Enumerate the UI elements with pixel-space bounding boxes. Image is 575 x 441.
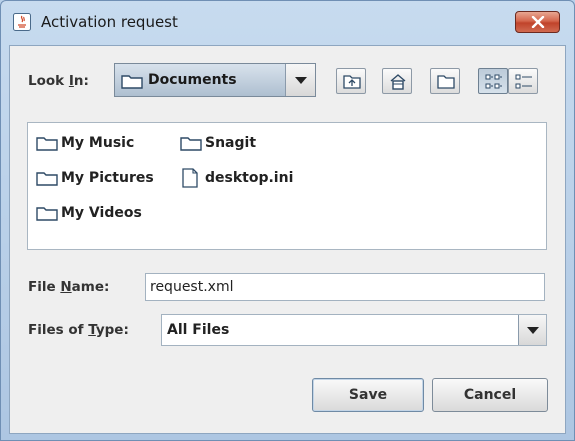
dialog-window: Activation request Look In: Documents My…	[0, 0, 575, 441]
look-in-value: Documents	[148, 72, 237, 88]
close-icon	[531, 16, 545, 28]
up-one-level-icon	[343, 75, 361, 89]
folder-icon	[180, 135, 202, 155]
window-title: Activation request	[41, 13, 178, 31]
folder-icon	[36, 205, 58, 225]
list-item-label: My Music	[61, 135, 135, 151]
file-type-dropdown-arrow[interactable]	[518, 315, 546, 345]
title-bar[interactable]: Activation request	[1, 1, 574, 45]
new-folder-icon	[437, 75, 455, 89]
folder-icon	[36, 135, 58, 155]
file-type-value: All Files	[167, 322, 230, 338]
look-in-combo[interactable]: Documents	[114, 63, 316, 97]
save-button[interactable]: Save	[312, 378, 424, 412]
list-view-button[interactable]	[478, 68, 508, 94]
look-in-dropdown-arrow[interactable]	[285, 64, 315, 96]
home-button[interactable]	[382, 68, 412, 94]
up-one-level-button[interactable]	[336, 68, 366, 94]
list-item-label: My Videos	[61, 205, 142, 221]
list-item-label: Snagit	[205, 135, 257, 151]
dialog-content: Look In: Documents My Music My Pictures …	[9, 45, 566, 434]
file-name-input[interactable]	[145, 273, 545, 301]
file-type-combo[interactable]: All Files	[161, 314, 547, 346]
folder-icon	[36, 170, 58, 190]
file-name-label: File Name:	[28, 279, 110, 295]
chevron-down-icon	[527, 327, 539, 334]
file-list[interactable]: My Music My Pictures My Videos Snagit de…	[27, 122, 547, 250]
list-view-icon	[485, 74, 502, 89]
file-icon	[181, 168, 199, 192]
list-item-label: desktop.ini	[205, 170, 294, 186]
chevron-down-icon	[295, 77, 307, 84]
look-in-label: Look In:	[28, 73, 89, 89]
details-view-icon	[515, 74, 532, 89]
close-button[interactable]	[515, 11, 560, 33]
folder-icon	[121, 73, 143, 93]
details-view-button[interactable]	[508, 68, 538, 94]
new-folder-button[interactable]	[430, 68, 460, 94]
list-item-label: My Pictures	[61, 170, 154, 186]
java-app-icon	[13, 13, 31, 31]
home-icon	[390, 74, 406, 90]
cancel-button[interactable]: Cancel	[432, 378, 548, 412]
file-type-label: Files of Type:	[28, 322, 129, 338]
